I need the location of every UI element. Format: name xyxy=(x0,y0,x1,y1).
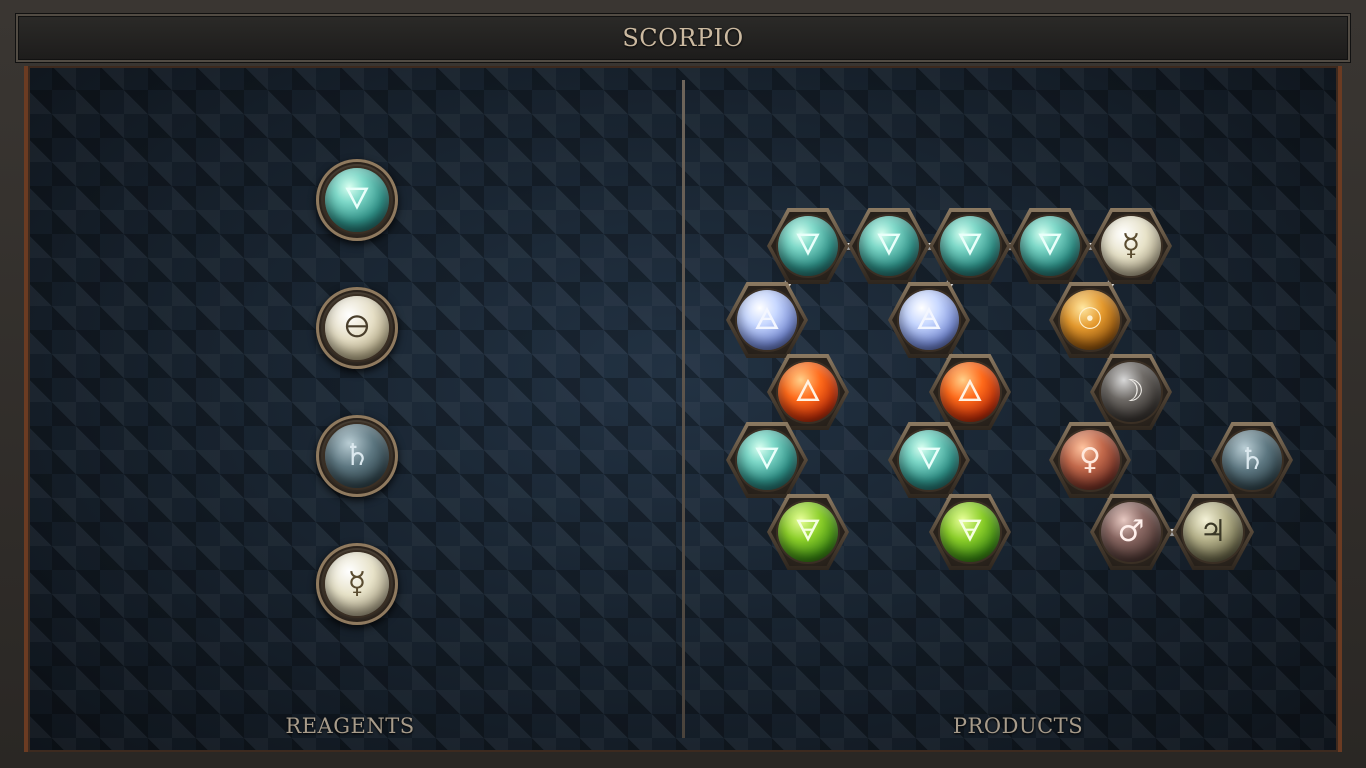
copper-atom[interactable]: ♀ xyxy=(1060,430,1120,490)
reagent-slot-lead[interactable]: ♄ xyxy=(316,415,398,497)
salt-icon: 🜔 xyxy=(344,310,370,345)
water-icon: 🜄 xyxy=(794,228,822,263)
water-icon: 🜄 xyxy=(343,182,371,217)
lead-icon: ♄ xyxy=(343,438,371,473)
air-icon: 🜁 xyxy=(753,302,781,337)
silver-icon: ☽ xyxy=(1117,374,1145,409)
lead-atom[interactable]: ♄ xyxy=(1222,430,1282,490)
panel-divider xyxy=(682,80,685,738)
fire-atom[interactable]: 🜂 xyxy=(940,362,1000,422)
earth-atom[interactable]: 🜃 xyxy=(778,502,838,562)
water-atom[interactable]: 🜄 xyxy=(1020,216,1080,276)
salt-atom[interactable]: 🜔 xyxy=(325,296,389,360)
earth-icon: 🜃 xyxy=(956,514,984,549)
gold-atom[interactable]: ☉ xyxy=(1060,290,1120,350)
fire-icon: 🜂 xyxy=(956,374,984,409)
air-icon: 🜁 xyxy=(915,302,943,337)
reagent-slot-quicksilver[interactable]: ☿ xyxy=(316,543,398,625)
quicksilver-atom[interactable]: ☿ xyxy=(1101,216,1161,276)
lead-atom[interactable]: ♄ xyxy=(325,424,389,488)
iron-icon: ♂ xyxy=(1117,514,1145,549)
water-atom[interactable]: 🜄 xyxy=(778,216,838,276)
water-icon: 🜄 xyxy=(915,442,943,477)
iron-atom[interactable]: ♂ xyxy=(1101,502,1161,562)
water-atom[interactable]: 🜄 xyxy=(859,216,919,276)
quicksilver-atom[interactable]: ☿ xyxy=(325,552,389,616)
earth-icon: 🜃 xyxy=(794,514,822,549)
products-label: PRODUCTS xyxy=(952,714,1084,738)
water-icon: 🜄 xyxy=(956,228,984,263)
fire-icon: 🜂 xyxy=(794,374,822,409)
water-icon: 🜄 xyxy=(753,442,781,477)
water-atom[interactable]: 🜄 xyxy=(325,168,389,232)
air-atom[interactable]: 🜁 xyxy=(737,290,797,350)
page-title: SCORPIO xyxy=(622,24,744,52)
fire-atom[interactable]: 🜂 xyxy=(778,362,838,422)
water-icon: 🜄 xyxy=(1036,228,1064,263)
tin-icon: ♃ xyxy=(1199,514,1227,549)
water-atom[interactable]: 🜄 xyxy=(737,430,797,490)
water-icon: 🜄 xyxy=(875,228,903,263)
reagents-label: REAGENTS xyxy=(285,714,415,738)
air-atom[interactable]: 🜁 xyxy=(899,290,959,350)
silver-atom[interactable]: ☽ xyxy=(1101,362,1161,422)
quicksilver-icon: ☿ xyxy=(347,566,367,601)
earth-atom[interactable]: 🜃 xyxy=(940,502,1000,562)
quicksilver-icon: ☿ xyxy=(1121,228,1141,263)
reagent-slot-water[interactable]: 🜄 xyxy=(316,159,398,241)
copper-icon: ♀ xyxy=(1079,442,1101,477)
water-atom[interactable]: 🜄 xyxy=(899,430,959,490)
gold-icon: ☉ xyxy=(1076,302,1104,337)
lead-icon: ♄ xyxy=(1238,442,1266,477)
title-bar: SCORPIO xyxy=(16,14,1350,62)
water-atom[interactable]: 🜄 xyxy=(940,216,1000,276)
tin-atom[interactable]: ♃ xyxy=(1183,502,1243,562)
reagent-slot-salt[interactable]: 🜔 xyxy=(316,287,398,369)
